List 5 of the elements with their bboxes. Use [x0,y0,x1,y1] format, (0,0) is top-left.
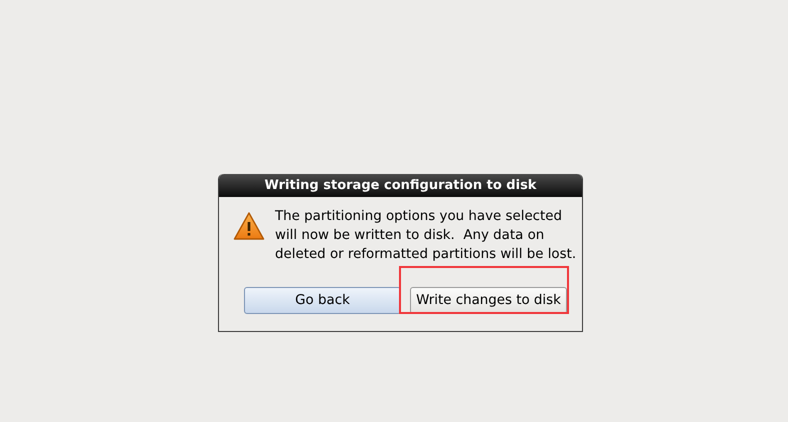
warning-icon [233,211,265,241]
dialog-message: The partitioning options you have selected will now be written to disk. Any data on deleted or reformatted partitions will be lost. [275,208,576,264]
dialog-title: Writing storage configuration to disk [219,174,582,197]
dialog-button[interactable]: Go back [244,287,401,314]
dialog-button[interactable]: Write changes to disk [410,287,567,314]
